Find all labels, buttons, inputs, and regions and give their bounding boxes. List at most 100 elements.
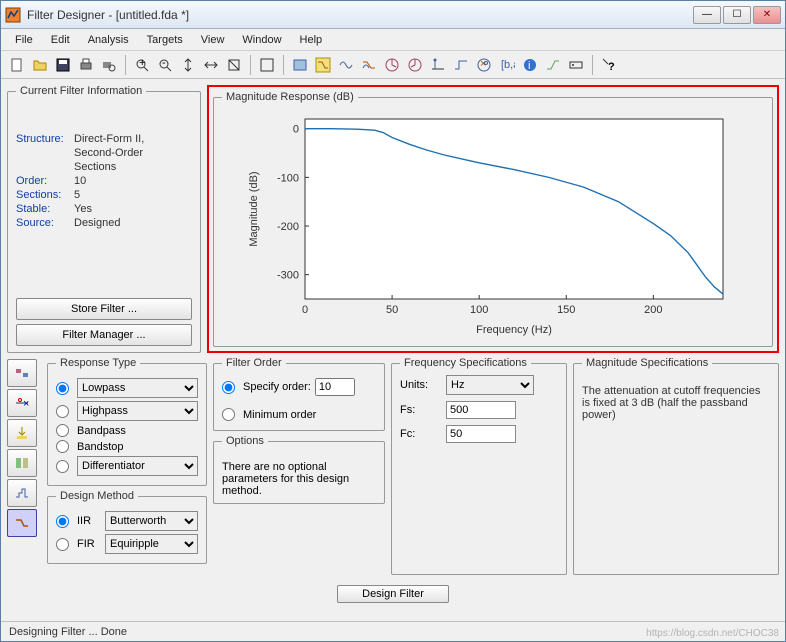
sidebar-quantize-icon[interactable] (7, 479, 37, 507)
forder-legend: Filter Order (222, 357, 286, 369)
fir-radio[interactable] (56, 538, 69, 551)
impulse-resp-icon[interactable] (428, 55, 448, 75)
full-view-icon[interactable] (257, 55, 277, 75)
menu-edit[interactable]: Edit (43, 32, 78, 48)
mag-phase-icon[interactable] (359, 55, 379, 75)
units-select[interactable]: Hz (446, 375, 534, 395)
pole-zero-icon[interactable]: × (474, 55, 494, 75)
structure-label: Structure: (16, 133, 74, 145)
iir-select[interactable]: Butterworth (105, 511, 198, 531)
filter-order-panel: Filter Order Specify order: Minimum orde… (213, 357, 385, 431)
open-icon[interactable] (30, 55, 50, 75)
sidebar-design-icon[interactable] (7, 509, 37, 537)
sidebar-import-icon[interactable] (7, 419, 37, 447)
minimize-button[interactable]: — (693, 6, 721, 24)
highpass-radio[interactable] (56, 405, 69, 418)
save-icon[interactable] (53, 55, 73, 75)
sidebar-polezero-icon[interactable]: × (7, 389, 37, 417)
specify-order-radio[interactable] (222, 381, 235, 394)
source-label: Source: (16, 217, 74, 229)
zoom-y-icon[interactable] (178, 55, 198, 75)
sidebar-realize-icon[interactable] (7, 359, 37, 387)
app-window: Filter Designer - [untitled.fda *] — ☐ ✕… (0, 0, 786, 642)
content-area: Current Filter Information Structure:Dir… (1, 79, 785, 621)
fs-label: Fs: (400, 404, 440, 416)
svg-text:-: - (162, 57, 166, 69)
freqspec-legend: Frequency Specifications (400, 357, 531, 369)
close-button[interactable]: ✕ (753, 6, 781, 24)
lowpass-radio[interactable] (56, 382, 69, 395)
watermark: https://blog.csdn.net/CHOC38 (646, 628, 779, 639)
designmethod-legend: Design Method (56, 490, 138, 502)
store-filter-button[interactable]: Store Filter ... (16, 298, 192, 320)
svg-text:0: 0 (302, 304, 308, 316)
menu-window[interactable]: Window (234, 32, 289, 48)
magnitude-resp-icon[interactable] (313, 55, 333, 75)
svg-text:Magnitude (dB): Magnitude (dB) (248, 171, 260, 246)
svg-text:+: + (139, 57, 145, 69)
zoom-in-icon[interactable]: + (132, 55, 152, 75)
group-delay-icon[interactable] (382, 55, 402, 75)
svg-text:×: × (23, 398, 29, 410)
magnitude-plot: 0-100-200-300050100150200Frequency (Hz)M… (222, 109, 764, 339)
bandstop-label: Bandstop (77, 441, 123, 453)
print-preview-icon[interactable] (99, 55, 119, 75)
differentiator-radio[interactable] (56, 460, 69, 473)
svg-text:0: 0 (293, 124, 299, 136)
step-resp-icon[interactable] (451, 55, 471, 75)
bandpass-radio[interactable] (56, 424, 69, 437)
filter-manager-button[interactable]: Filter Manager ... (16, 324, 192, 346)
svg-text:-100: -100 (277, 172, 299, 184)
app-logo-icon (5, 7, 21, 23)
restore-view-icon[interactable] (224, 55, 244, 75)
zoom-x-icon[interactable] (201, 55, 221, 75)
fir-select[interactable]: Equiripple (105, 534, 198, 554)
sidebar-multirate-icon[interactable] (7, 449, 37, 477)
menu-targets[interactable]: Targets (139, 32, 191, 48)
filter-info-panel: Current Filter Information Structure:Dir… (7, 85, 201, 353)
iir-radio[interactable] (56, 515, 69, 528)
left-tool-sidebar: × (7, 357, 41, 575)
magspec-legend: Magnitude Specifications (582, 357, 712, 369)
bandstop-radio[interactable] (56, 440, 69, 453)
menu-view[interactable]: View (193, 32, 233, 48)
context-help-icon[interactable]: ? (599, 55, 619, 75)
svg-text:200: 200 (644, 304, 662, 316)
svg-text:-300: -300 (277, 270, 299, 282)
sections-label: Sections: (16, 189, 74, 201)
filter-specs-icon[interactable] (290, 55, 310, 75)
highpass-select[interactable]: Highpass (77, 401, 198, 421)
resptype-legend: Response Type (56, 357, 140, 369)
bandpass-label: Bandpass (77, 425, 126, 437)
phase-resp-icon[interactable] (336, 55, 356, 75)
svg-text:50: 50 (386, 304, 398, 316)
specify-order-input[interactable] (315, 378, 355, 396)
minimum-order-label: Minimum order (243, 409, 316, 421)
new-icon[interactable] (7, 55, 27, 75)
design-filter-button[interactable]: Design Filter (337, 585, 449, 603)
filter-info-icon[interactable]: i (520, 55, 540, 75)
menu-analysis[interactable]: Analysis (80, 32, 137, 48)
differentiator-select[interactable]: Differentiator (77, 456, 198, 476)
realize-model-icon[interactable] (566, 55, 586, 75)
menu-help[interactable]: Help (292, 32, 331, 48)
design-method-panel: Design Method IIRButterworth FIREquiripp… (47, 490, 207, 564)
options-legend: Options (222, 435, 268, 447)
phase-delay-icon[interactable] (405, 55, 425, 75)
svg-text:150: 150 (557, 304, 575, 316)
zoom-out-icon[interactable]: - (155, 55, 175, 75)
specify-order-label: Specify order: (243, 381, 311, 393)
magnitude-response-panel: Magnitude Response (dB) 0-100-200-300050… (207, 85, 779, 353)
svg-text:i: i (528, 60, 530, 72)
fs-input[interactable] (446, 401, 516, 419)
lowpass-select[interactable]: Lowpass (77, 378, 198, 398)
maximize-button[interactable]: ☐ (723, 6, 751, 24)
menu-file[interactable]: File (7, 32, 41, 48)
round-off-icon[interactable] (543, 55, 563, 75)
print-icon[interactable] (76, 55, 96, 75)
svg-text:Frequency (Hz): Frequency (Hz) (476, 324, 552, 336)
minimum-order-radio[interactable] (222, 408, 235, 421)
sections-value: 5 (74, 189, 80, 201)
filter-coeffs-icon[interactable]: [b,a] (497, 55, 517, 75)
fc-input[interactable] (446, 425, 516, 443)
